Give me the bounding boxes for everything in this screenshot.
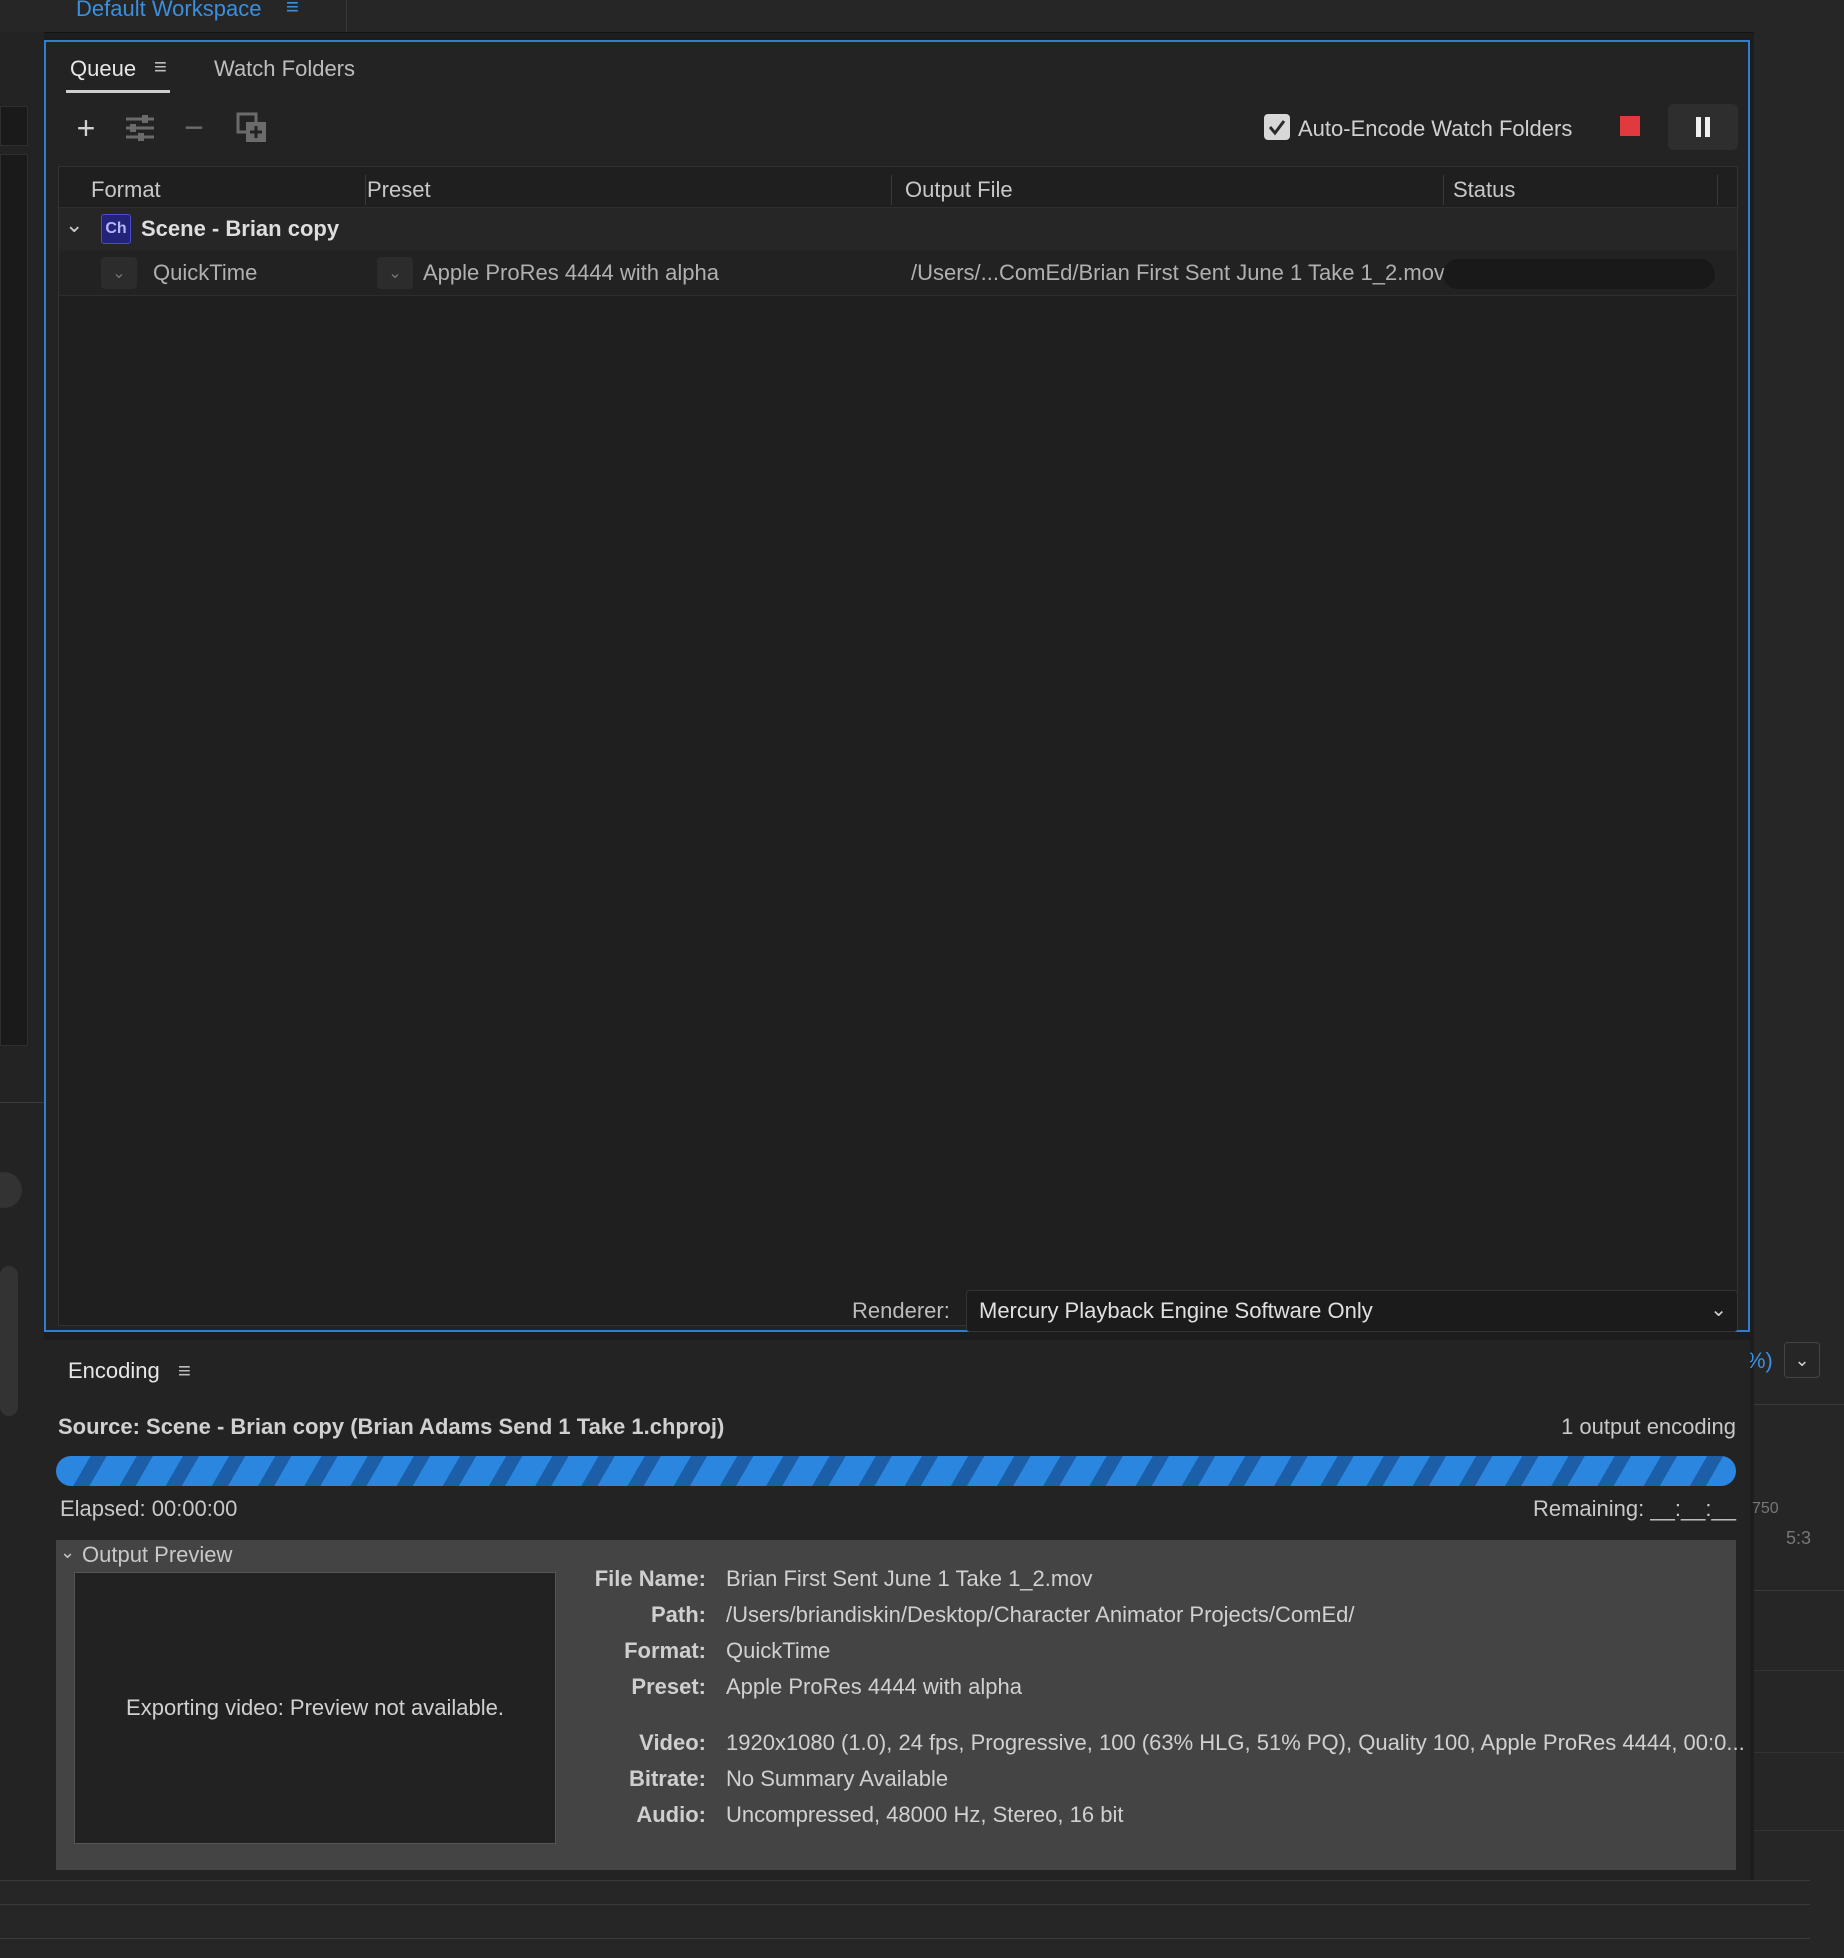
divider [0,1880,1810,1881]
character-animator-icon: Ch [101,214,131,244]
output-preview-toggle[interactable]: Output Preview [82,1542,232,1568]
queue-table: Format Preset Output File Status ⌄ Ch Sc… [58,166,1738,1326]
left-scrollbar[interactable] [0,1266,18,1416]
preset-info-value: Apple ProRes 4444 with alpha [726,1674,1022,1699]
workspace-bar: Default Workspace ≡ [0,0,1754,33]
encoding-panel: Encoding ≡ Source: Scene - Brian copy (B… [44,1340,1750,1880]
zoom-value-fragment[interactable]: %) [1746,1348,1773,1374]
file-name-value: Brian First Sent June 1 Take 1_2.mov [726,1566,1093,1591]
encoding-source: Source: Scene - Brian copy (Brian Adams … [58,1414,725,1439]
column-separator[interactable] [1717,175,1718,205]
path-value: /Users/briandiskin/Desktop/Character Ani… [726,1602,1355,1627]
zoom-dropdown[interactable]: ⌄ [1784,1342,1820,1378]
column-header-status[interactable]: Status [1453,177,1515,203]
encoding-progress-bar [56,1456,1736,1486]
pause-icon [1696,117,1710,137]
export-settings-icon[interactable] [124,112,156,144]
tab-queue[interactable]: Queue [70,56,136,82]
divider [1754,1670,1844,1671]
tab-watch-folders[interactable]: Watch Folders [214,56,355,82]
left-panel-fragment [0,106,28,146]
right-panel-strip [1754,0,1844,1958]
chevron-down-icon: ⌄ [112,265,126,282]
preset-value[interactable]: Apple ProRes 4444 with alpha [423,260,719,286]
output-preview-section: ⌄ Output Preview Exporting video: Previe… [56,1540,1745,1870]
video-value: 1920x1080 (1.0), 24 fps, Progressive, 10… [726,1730,1745,1755]
left-panel-fragment [0,1172,22,1208]
status-progress-bar [1443,259,1715,289]
divider [1754,1752,1844,1753]
ruler-label: 5:3 [1786,1528,1812,1548]
divider [1754,1590,1844,1591]
renderer-value: Mercury Playback Engine Software Only [979,1298,1373,1323]
video-label: Video: [639,1730,706,1755]
divider [0,1938,1810,1939]
audio-value: Uncompressed, 48000 Hz, Stereo, 16 bit [726,1802,1124,1827]
chevron-down-icon: ⌄ [388,265,402,282]
path-label: Path: [651,1602,706,1627]
pause-button[interactable] [1668,104,1738,150]
panel-menu-icon[interactable]: ≡ [154,54,167,80]
file-name-label: File Name: [594,1566,706,1591]
group-title: Scene - Brian copy [141,216,340,241]
auto-encode-label[interactable]: Auto-Encode Watch Folders [1298,116,1572,142]
format-value[interactable]: QuickTime [153,260,257,286]
preview-message: Exporting video: Preview not available. [126,1695,504,1720]
column-separator[interactable] [365,175,366,205]
left-panel-strip [0,32,44,1958]
divider [1754,1830,1844,1831]
remove-icon[interactable]: − [178,109,210,147]
checkmark-icon [1268,120,1286,136]
divider [346,0,347,32]
elapsed-time: Elapsed: 00:00:00 [60,1496,238,1521]
divider [0,1904,1810,1905]
preview-area: Exporting video: Preview not available. [74,1572,556,1844]
bottom-panel-strip [0,1880,1844,1958]
duplicate-icon[interactable] [236,112,268,144]
divider [1754,1404,1844,1405]
chevron-down-icon: ⌄ [1710,1299,1727,1321]
output-file-link[interactable]: /Users/...ComEd/Brian First Sent June 1 … [911,260,1445,286]
chevron-down-icon: ⌄ [1794,1349,1810,1370]
column-header-preset[interactable]: Preset [367,177,431,203]
auto-encode-checkbox[interactable] [1264,114,1290,140]
bitrate-value: No Summary Available [726,1766,949,1791]
panel-menu-icon[interactable]: ≡ [178,1358,191,1384]
format-label: Format: [624,1638,706,1663]
column-separator[interactable] [891,175,892,205]
column-header-format[interactable]: Format [91,177,161,203]
tab-encoding[interactable]: Encoding [68,1358,160,1384]
remaining-time: Remaining: __:__:__ [1532,1496,1736,1521]
preset-label: Preset: [631,1674,706,1699]
column-separator[interactable] [1443,175,1444,205]
renderer-label: Renderer: [852,1298,950,1323]
add-source-icon[interactable]: + [70,110,102,146]
workspace-menu-icon[interactable]: ≡ [286,0,299,20]
left-panel-fragment [0,154,28,1046]
queue-item-row[interactable]: ⌄ QuickTime ⌄ Apple ProRes 4444 with alp… [59,251,1737,296]
workspace-label[interactable]: Default Workspace [76,0,261,22]
chevron-down-icon[interactable]: ⌄ [65,212,83,238]
active-tab-indicator [66,90,170,93]
format-info-value: QuickTime [726,1638,831,1663]
queue-panel: Queue ≡ Watch Folders + − Auto-Encode Wa… [44,40,1750,1332]
renderer-select[interactable]: Mercury Playback Engine Software Only ⌄ [966,1290,1738,1332]
queue-group-row[interactable]: ⌄ Ch Scene - Brian copy [59,207,1737,253]
preset-dropdown[interactable]: ⌄ [377,257,413,289]
column-header-output-file[interactable]: Output File [905,177,1013,203]
divider [0,1102,44,1103]
encoding-output-count: 1 output encoding [1561,1414,1736,1439]
audio-label: Audio: [636,1802,706,1827]
ruler-label: 750 [1752,1500,1779,1517]
format-dropdown[interactable]: ⌄ [101,257,137,289]
stop-button[interactable] [1620,116,1640,136]
chevron-down-icon[interactable]: ⌄ [60,1542,75,1563]
bitrate-label: Bitrate: [628,1766,706,1791]
